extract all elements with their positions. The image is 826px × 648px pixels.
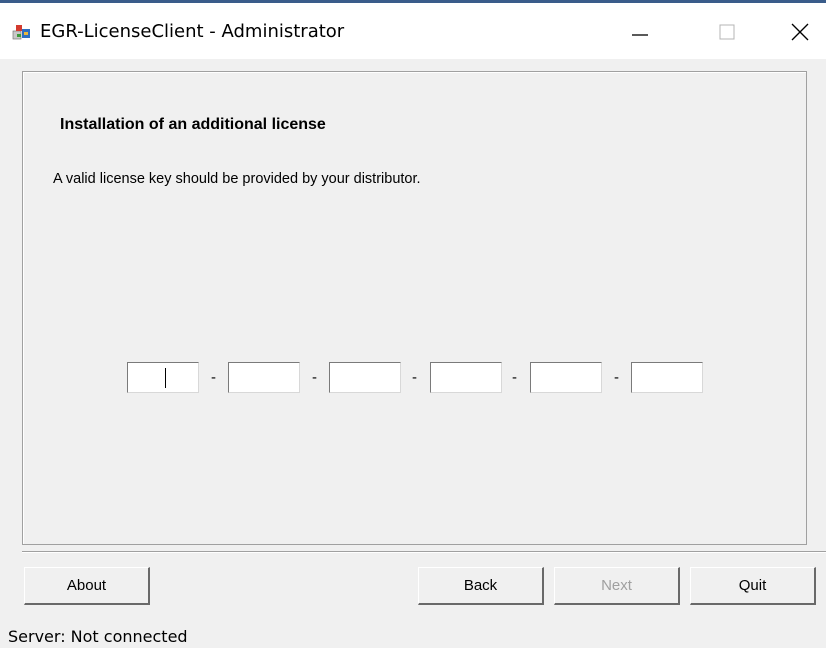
license-key-field-5[interactable] [530, 362, 602, 393]
quit-button[interactable]: Quit [690, 567, 816, 605]
window-client-area: Installation of an additional license A … [0, 59, 826, 648]
key-separator: - [614, 369, 619, 386]
license-key-field-2[interactable] [228, 362, 300, 393]
close-icon [791, 23, 809, 41]
divider-highlight [22, 552, 826, 553]
license-key-field-1[interactable] [127, 362, 199, 393]
key-separator: - [512, 369, 517, 386]
license-key-field-6[interactable] [631, 362, 703, 393]
title-bar[interactable]: EGR-LicenseClient - Administrator [0, 3, 826, 59]
key-separator: - [211, 369, 216, 386]
license-key-field-4[interactable] [430, 362, 502, 393]
window-title: EGR-LicenseClient - Administrator [40, 21, 345, 42]
key-separator: - [312, 369, 317, 386]
key-separator: - [412, 369, 417, 386]
page-description: A valid license key should be provided b… [53, 171, 421, 187]
maximize-icon [719, 24, 735, 40]
minimize-button[interactable] [620, 17, 660, 47]
status-bar: Server: Not connected [8, 627, 188, 646]
status-value: Not connected [70, 627, 188, 646]
next-button[interactable]: Next [554, 567, 680, 605]
about-button[interactable]: About [24, 567, 150, 605]
status-label: Server: [8, 627, 66, 646]
minimize-icon [632, 34, 648, 36]
app-icon [12, 23, 32, 41]
close-button[interactable] [780, 17, 820, 47]
wizard-panel [22, 71, 807, 545]
page-heading: Installation of an additional license [60, 116, 326, 133]
license-key-field-3[interactable] [329, 362, 401, 393]
text-caret [165, 368, 166, 388]
back-button[interactable]: Back [418, 567, 544, 605]
maximize-button[interactable] [706, 17, 746, 47]
